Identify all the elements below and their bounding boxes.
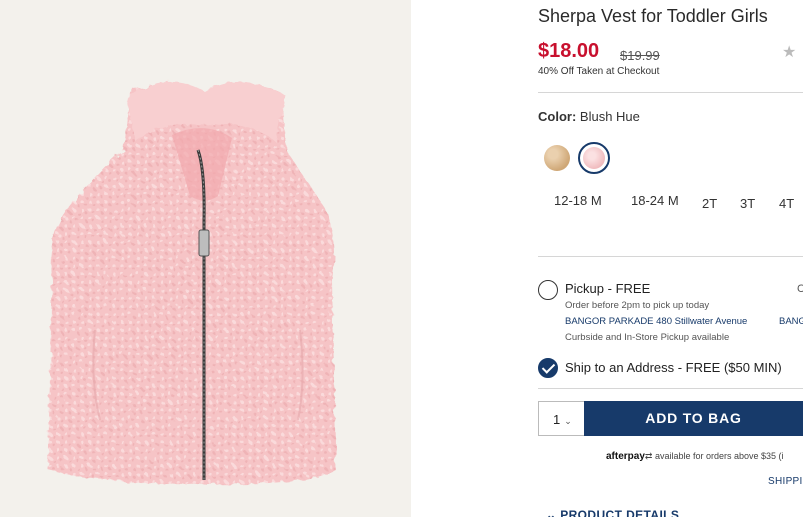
add-to-bag-button[interactable]: ADD TO BAG bbox=[584, 401, 803, 436]
swatch-tan-fill bbox=[544, 145, 570, 171]
pickup-availability: Curbside and In-Store Pickup available bbox=[565, 332, 730, 343]
color-name: Blush Hue bbox=[579, 109, 640, 124]
store-link-overflow[interactable]: BANG bbox=[779, 316, 803, 327]
size-option[interactable]: 4T bbox=[779, 196, 794, 211]
swatch-blush[interactable] bbox=[578, 142, 610, 174]
product-title: Sherpa Vest for Toddler Girls bbox=[538, 6, 768, 26]
discount-note: 40% Off Taken at Checkout bbox=[538, 66, 660, 77]
divider bbox=[538, 388, 803, 389]
chevron-down-icon: ⌄ bbox=[564, 416, 572, 426]
pickup-radio[interactable] bbox=[538, 280, 558, 300]
divider bbox=[538, 256, 803, 257]
product-image[interactable] bbox=[0, 0, 411, 517]
size-option[interactable]: 2T bbox=[702, 196, 717, 211]
pickup-title: Pickup - FREE bbox=[565, 281, 651, 296]
color-label: Color: bbox=[538, 109, 577, 124]
chevron-icon: ⌄ bbox=[546, 508, 557, 517]
quantity-value: 1 bbox=[553, 412, 561, 427]
size-option[interactable]: 12-18 M bbox=[554, 193, 602, 208]
star-icon[interactable]: ★ bbox=[782, 42, 796, 62]
color-label-row: Color: Blush Hue bbox=[538, 109, 640, 124]
size-option[interactable]: 3T bbox=[740, 196, 755, 211]
product-details-label: PRODUCT DETAILS bbox=[560, 508, 680, 517]
afterpay-logo: afterpay bbox=[606, 451, 645, 462]
product-details-toggle[interactable]: ⌄ PRODUCT DETAILS bbox=[546, 508, 679, 517]
pickup-edge-text: C bbox=[797, 283, 803, 295]
store-link[interactable]: BANGOR PARKADE 480 Stillwater Avenue bbox=[565, 316, 747, 327]
swatch-tan[interactable] bbox=[541, 142, 573, 174]
sherpa-vest-photo bbox=[48, 81, 336, 485]
swatch-blush-fill bbox=[583, 147, 605, 169]
divider bbox=[538, 92, 803, 93]
quantity-select[interactable]: 1 ⌄ bbox=[538, 401, 584, 436]
ship-radio[interactable] bbox=[538, 358, 558, 378]
pickup-note: Order before 2pm to pick up today bbox=[565, 300, 710, 311]
afterpay-note: afterpay⇄ available for orders above $35… bbox=[606, 451, 784, 462]
ship-title: Ship to an Address - FREE ($50 MIN) bbox=[565, 360, 782, 375]
afterpay-arrows-icon: ⇄ bbox=[644, 451, 653, 461]
afterpay-text: available for orders above $35 (i bbox=[654, 451, 784, 461]
original-price: $19.99 bbox=[620, 48, 660, 63]
size-option[interactable]: 18-24 M bbox=[631, 193, 679, 208]
shipping-link[interactable]: SHIPPIN bbox=[768, 476, 803, 487]
sale-price: $18.00 bbox=[538, 40, 600, 62]
